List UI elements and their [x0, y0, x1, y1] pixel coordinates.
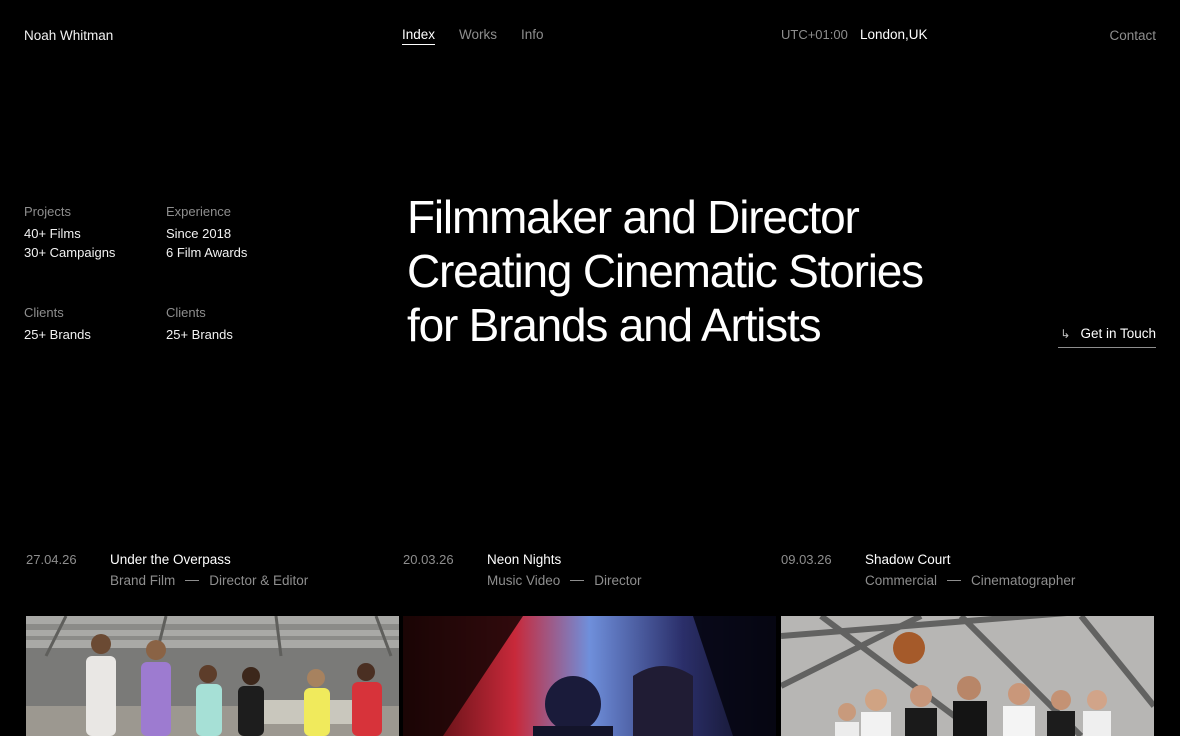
dash-divider: [185, 580, 200, 581]
work-date: 27.04.26: [26, 552, 77, 567]
stat-value: 25+ Brands: [166, 327, 233, 342]
brand-name[interactable]: Noah Whitman: [24, 28, 113, 43]
stat-label: Clients: [166, 305, 206, 320]
stat-clients: Clients 25+ Brands: [24, 303, 91, 344]
nav-works[interactable]: Works: [459, 27, 497, 45]
overpass-photo: [26, 616, 399, 736]
hero-line: Filmmaker and Director: [407, 191, 860, 243]
dash-divider: [947, 580, 962, 581]
work-meta: Commercial Cinematographer: [865, 573, 1075, 588]
work-date: 09.03.26: [781, 552, 832, 567]
work-thumbnail-neon-nights[interactable]: [403, 616, 776, 736]
basketball-team-photo: [781, 616, 1154, 736]
hero-line: for Brands and Artists: [407, 299, 822, 351]
stat-value: Since 2018: [166, 226, 232, 241]
work-role: Director: [594, 573, 642, 588]
work-date: 20.03.26: [403, 552, 454, 567]
work-meta: Brand Film Director & Editor: [110, 573, 308, 588]
work-title[interactable]: Under the Overpass: [110, 552, 231, 567]
stat-clients: Clients 25+ Brands: [166, 303, 233, 344]
dash-divider: [570, 580, 585, 581]
timezone-label: UTC+01:00: [781, 27, 848, 42]
nav-info[interactable]: Info: [521, 27, 544, 45]
work-type: Music Video: [487, 573, 561, 588]
stat-label: Experience: [166, 204, 232, 219]
arrow-down-right-icon: ↳: [1060, 326, 1071, 341]
stat-value: 25+ Brands: [24, 327, 91, 342]
work-type: Commercial: [865, 573, 938, 588]
main-nav: Index Works Info: [402, 27, 544, 45]
location-label: London,UK: [860, 27, 928, 42]
work-thumbnail-shadow-court[interactable]: [781, 616, 1154, 736]
get-in-touch-button[interactable]: ↳ Get in Touch: [1058, 326, 1156, 348]
work-title[interactable]: Shadow Court: [865, 552, 951, 567]
work-role: Cinematographer: [971, 573, 1076, 588]
neon-car-photo: [403, 616, 776, 736]
stat-label: Clients: [24, 305, 64, 320]
work-role: Director & Editor: [209, 573, 309, 588]
work-thumbnail-under-the-overpass[interactable]: [26, 616, 399, 736]
page: Noah Whitman Index Works Info UTC+01:00 …: [0, 0, 1180, 736]
stat-label: Projects: [24, 204, 71, 219]
work-type: Brand Film: [110, 573, 176, 588]
stat-value: 6 Film Awards: [166, 245, 248, 260]
stat-value: 40+ Films: [24, 226, 81, 241]
cta-label: Get in Touch: [1080, 326, 1156, 341]
stat-projects: Projects 40+ Films 30+ Campaigns: [24, 202, 115, 262]
contact-link[interactable]: Contact: [1109, 28, 1156, 43]
nav-index[interactable]: Index: [402, 27, 436, 45]
hero-headline: Filmmaker and Director Creating Cinemati…: [407, 190, 924, 352]
work-title[interactable]: Neon Nights: [487, 552, 561, 567]
hero-line: Creating Cinematic Stories: [407, 245, 924, 297]
work-meta: Music Video Director: [487, 573, 642, 588]
stat-value: 30+ Campaigns: [24, 245, 116, 260]
stat-experience: Experience Since 2018 6 Film Awards: [166, 202, 247, 262]
